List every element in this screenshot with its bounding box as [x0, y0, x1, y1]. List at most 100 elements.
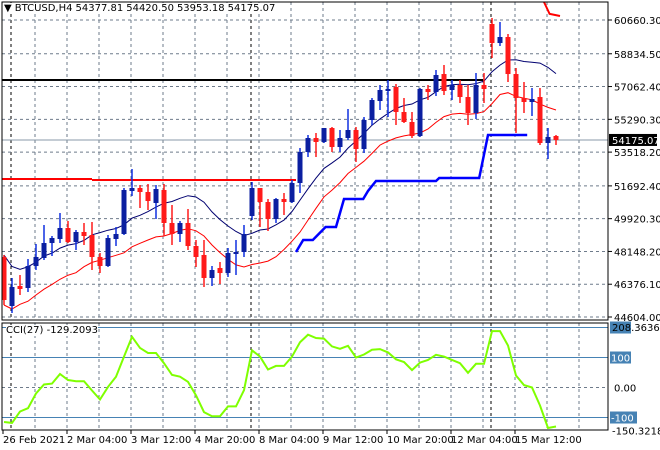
cci-level-label: -100 [611, 414, 634, 425]
candle-bearish[interactable] [201, 254, 207, 279]
candle-bullish[interactable] [321, 128, 327, 142]
candle-bearish[interactable] [281, 199, 287, 203]
cci-label: CCI(27) -129.2093 [6, 325, 98, 336]
candle-bearish[interactable] [81, 232, 87, 236]
cci-max-label: 208.3636 [612, 323, 660, 334]
candle-bearish[interactable] [193, 246, 199, 257]
candle-bearish[interactable] [185, 222, 191, 247]
chart-header: ▼ BTCUSD,H4 54377.81 54420.50 53953.18 5… [4, 3, 276, 14]
candle-bullish[interactable] [545, 137, 551, 143]
price-axis-label: 60660.30 [614, 16, 660, 27]
ohlc-open: 54377.81 [75, 3, 124, 14]
candle-bullish[interactable] [449, 85, 455, 90]
candle-bearish[interactable] [169, 222, 175, 235]
cci-zero-label: 0.00 [614, 384, 636, 395]
candle-bullish[interactable] [297, 152, 303, 184]
candle-bullish[interactable] [273, 199, 279, 220]
moving-average-upper [3, 59, 557, 270]
candle-bullish[interactable] [121, 189, 127, 235]
candle-bullish[interactable] [529, 99, 535, 103]
time-axis-label: 2 Mar 04:00 [67, 435, 127, 446]
ohlc-high: 54420.50 [126, 3, 174, 14]
candle-bearish[interactable] [537, 97, 543, 143]
main-panel-border [1, 1, 609, 321]
candle-bearish[interactable] [137, 187, 143, 192]
candle-bearish[interactable] [257, 187, 263, 203]
time-axis-label: 3 Mar 12:00 [131, 435, 191, 446]
candle-bullish[interactable] [345, 130, 351, 139]
candle-bullish[interactable] [385, 89, 391, 91]
candle-bearish[interactable] [441, 74, 447, 91]
candle-bearish[interactable] [265, 202, 271, 220]
candle-bearish[interactable] [161, 189, 167, 223]
candle-bullish[interactable] [153, 188, 159, 204]
candle-bearish[interactable] [401, 112, 407, 123]
candle-bearish[interactable] [489, 24, 495, 44]
candle-bullish[interactable] [417, 89, 423, 137]
candle-bearish[interactable] [89, 235, 95, 257]
time-axis-label: 9 Mar 12:00 [323, 435, 383, 446]
candle-bearish[interactable] [465, 97, 471, 114]
candle-bullish[interactable] [289, 183, 295, 203]
candle-bullish[interactable] [33, 256, 39, 267]
candle-bearish[interactable] [409, 122, 415, 137]
candle-bullish[interactable] [9, 286, 15, 306]
symbol-label: BTCUSD,H4 [14, 3, 73, 14]
candle-bullish[interactable] [73, 232, 79, 243]
candle-bearish[interactable] [313, 138, 319, 142]
cci-line [3, 330, 557, 430]
candle-bearish[interactable] [217, 268, 223, 274]
moving-average-lower [3, 92, 557, 310]
price-axis-label: 57062.40 [614, 83, 660, 94]
price-axis-label: 58834.50 [614, 50, 660, 61]
time-axis-label: 26 Feb 2021 [3, 435, 65, 446]
price-axis-label: 48148.20 [614, 247, 660, 258]
candle-bullish[interactable] [129, 187, 135, 191]
ohlc-close: 54175.07 [227, 3, 276, 14]
candle-bullish[interactable] [233, 252, 239, 254]
candle-bullish[interactable] [241, 234, 247, 253]
candle-bearish[interactable] [457, 85, 463, 98]
candle-bullish[interactable] [361, 120, 367, 150]
price-axis-label: 55290.30 [614, 115, 660, 126]
candle-bullish[interactable] [113, 234, 119, 239]
cci-min-label: -150.3218 [612, 427, 660, 438]
current-price-label: 54175.07 [612, 136, 660, 147]
candle-bullish[interactable] [41, 243, 47, 258]
candle-bullish[interactable] [433, 75, 439, 93]
price-axis-label: 53518.20 [614, 148, 660, 159]
candle-bullish[interactable] [225, 252, 231, 274]
candle-bearish[interactable] [513, 74, 519, 99]
candle-bullish[interactable] [105, 237, 111, 267]
price-axis-label: 46376.10 [614, 280, 660, 291]
candle-bullish[interactable] [25, 266, 31, 288]
candle-bullish[interactable] [49, 237, 55, 244]
candle-bearish[interactable] [65, 228, 71, 243]
candle-bullish[interactable] [473, 85, 479, 114]
mt-chart-window[interactable]: 60660.30 58834.50 57062.40 55290.30 53518.20… [0, 0, 660, 450]
price-chart[interactable]: 60660.30 58834.50 57062.40 55290.30 53518.20… [0, 0, 660, 450]
candle-bearish[interactable] [521, 98, 527, 103]
candle-bearish[interactable] [145, 191, 151, 202]
candle-bearish[interactable] [17, 285, 23, 289]
candle-bearish[interactable] [505, 37, 511, 75]
candle-bullish[interactable] [369, 100, 375, 121]
candle-bearish[interactable] [329, 128, 335, 148]
candle-bearish[interactable] [425, 89, 431, 93]
candle-bearish[interactable] [353, 130, 359, 150]
candle-bullish[interactable] [249, 187, 255, 217]
candle-bullish[interactable] [209, 269, 215, 279]
candle-bearish[interactable] [97, 256, 103, 267]
candle-bearish[interactable] [481, 85, 487, 90]
candle-bullish[interactable] [305, 138, 311, 153]
resistance-line-top [543, 1, 561, 17]
dropdown-triangle-icon[interactable]: ▼ [4, 3, 12, 14]
candle-bullish[interactable] [57, 228, 63, 239]
candle-bullish[interactable] [497, 37, 503, 44]
candle-bullish[interactable] [377, 89, 383, 102]
candle-bearish[interactable] [393, 87, 399, 113]
candle-bullish[interactable] [337, 138, 343, 148]
candle-bearish[interactable] [553, 136, 559, 140]
time-axis-label: 12 Mar 04:00 [451, 435, 518, 446]
candle-bullish[interactable] [177, 222, 183, 235]
